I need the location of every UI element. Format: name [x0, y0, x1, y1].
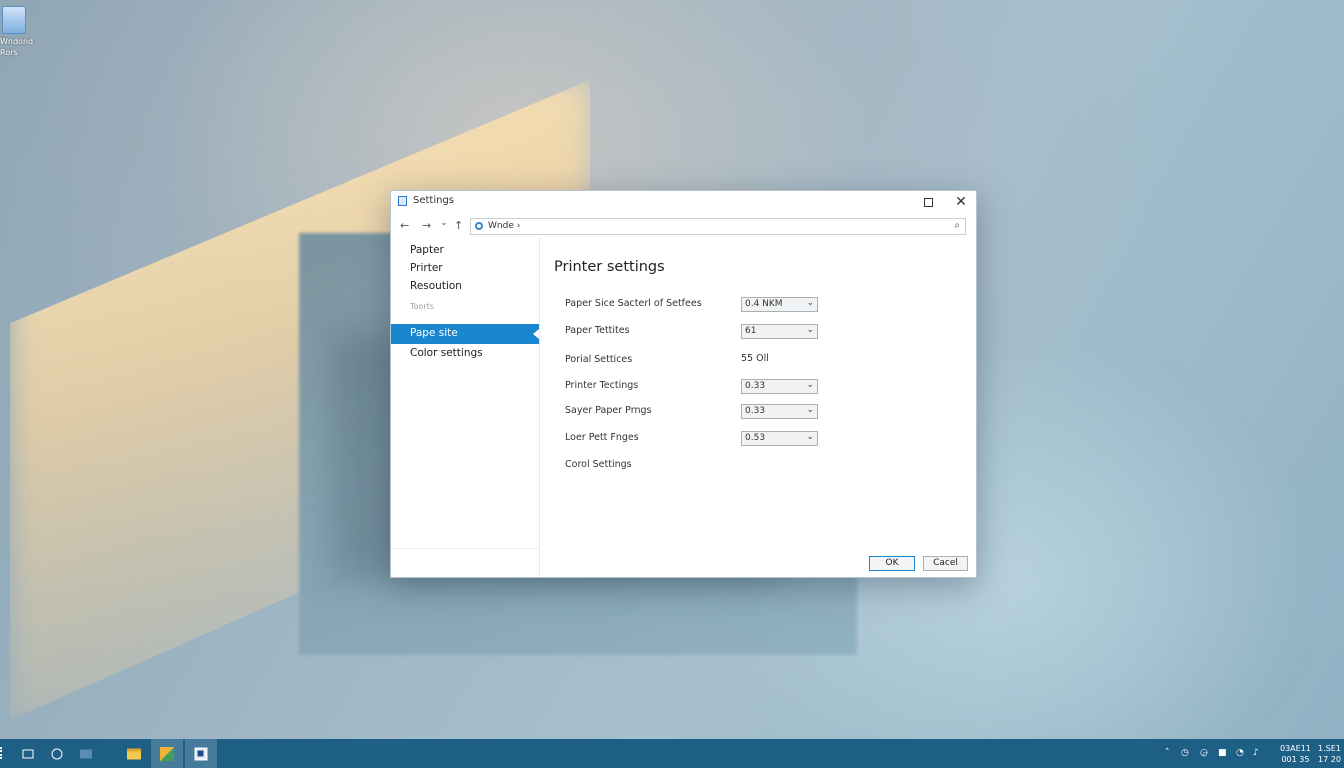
back-arrow-icon[interactable]: ← [400, 219, 409, 232]
taskbar: ˄ ◷ ◶ ■ ◔ ♪ 03AE11 001 35 1.SE1 17 20 [0, 739, 1344, 768]
main-panel: Printer settings Paper Sice Sacterl of S… [540, 237, 976, 577]
desktop-icon-label: Wndond Rors [0, 37, 34, 57]
settings-app-button[interactable] [185, 739, 217, 768]
recycle-bin-icon [2, 6, 26, 34]
setting-label: Sayer Paper Prngs [565, 405, 652, 416]
up-arrow-icon[interactable]: ↑ [454, 219, 463, 232]
taskbar-clock-left[interactable]: 03AE11 001 35 [1280, 743, 1311, 765]
store-button[interactable] [151, 739, 183, 768]
setting-dropdown[interactable]: 61 ⌄ [741, 324, 818, 339]
settings-app-icon [398, 196, 407, 206]
navigation-bar: ← → ⌄ ↑ Wnde › ⌕ [391, 217, 976, 237]
chevron-down-icon: ⌄ [806, 405, 814, 415]
search-icon[interactable]: ⌕ [954, 220, 960, 231]
widgets-icon [80, 749, 92, 758]
tray-sync-icon[interactable]: ◶ [1200, 748, 1208, 758]
sidebar-item-label: Pape site [410, 327, 458, 339]
page-title: Printer settings [554, 259, 665, 275]
clock-line: 001 35 [1281, 755, 1310, 764]
search-circle-icon [51, 748, 63, 759]
color-settings-link[interactable]: Corol Settings [565, 459, 632, 470]
clock-line: 03AE11 [1280, 744, 1311, 753]
setting-dropdown[interactable]: 0.53 ⌄ [741, 431, 818, 446]
task-view-icon [22, 749, 34, 758]
address-bar[interactable]: Wnde › ⌕ [470, 218, 966, 235]
setting-dropdown[interactable]: 0.33 ⌄ [741, 379, 818, 394]
clock-line: 17 20 [1318, 755, 1341, 764]
search-button[interactable] [41, 739, 73, 768]
task-view-button[interactable] [12, 739, 44, 768]
dropdown-value: 0.4 NKM [745, 299, 783, 309]
setting-static-value: 55 Oll [741, 353, 769, 364]
maximize-button[interactable] [918, 194, 938, 210]
tray-display-icon[interactable]: ■ [1218, 748, 1227, 758]
setting-label: Loer Pett Fnges [565, 432, 639, 443]
dropdown-value: 0.33 [745, 406, 766, 416]
clock-line: 1.SE1 [1318, 744, 1341, 753]
sidebar-item-paper-size[interactable]: Pape site [391, 324, 539, 344]
sidebar-bottom-divider [391, 548, 539, 549]
sidebar: Papter Prirter Resoution Toorts Pape sit… [391, 237, 540, 577]
title-bar[interactable]: Settings ✕ [391, 191, 976, 213]
chevron-down-icon: ⌄ [806, 298, 814, 308]
chevron-down-icon: ⌄ [806, 380, 814, 390]
window-title: Settings [413, 195, 455, 206]
chevron-down-icon: ⌄ [806, 432, 814, 442]
folder-icon [127, 748, 141, 759]
sidebar-item-printer[interactable]: Prirter [410, 262, 443, 274]
sidebar-item-paper[interactable]: Papter [410, 244, 444, 256]
tray-clock-icon[interactable]: ◷ [1181, 748, 1189, 758]
recent-chevron-icon[interactable]: ⌄ [440, 218, 448, 228]
dropdown-value: 0.33 [745, 381, 766, 391]
taskbar-clock-right[interactable]: 1.SE1 17 20 [1318, 743, 1341, 765]
desktop-icon[interactable]: Wndond Rors [0, 6, 40, 58]
store-icon [160, 746, 174, 761]
tray-volume-icon[interactable]: ♪ [1253, 748, 1259, 758]
settings-window-icon [194, 747, 208, 760]
start-button-icon[interactable] [0, 747, 5, 759]
tray-network-icon[interactable]: ◔ [1236, 748, 1244, 758]
setting-dropdown[interactable]: 0.33 ⌄ [741, 404, 818, 419]
sidebar-subheader: Toorts [410, 302, 434, 311]
setting-label: Paper Sice Sacterl of Setfees [565, 298, 702, 309]
setting-label: Printer Tectings [565, 380, 639, 391]
setting-label: Paper Tettites [565, 325, 630, 336]
close-icon: ✕ [955, 194, 967, 210]
address-text: Wnde › [488, 221, 521, 231]
file-explorer-button[interactable] [118, 739, 150, 768]
forward-arrow-icon[interactable]: → [422, 219, 431, 232]
selection-caret-icon [533, 329, 539, 339]
setting-dropdown[interactable]: 0.4 NKM ⌄ [741, 297, 818, 312]
location-icon [475, 222, 483, 230]
close-button[interactable]: ✕ [951, 194, 971, 210]
sidebar-item-resolution[interactable]: Resoution [410, 280, 462, 292]
setting-label: Porial Settices [565, 354, 633, 365]
chevron-down-icon: ⌄ [806, 325, 814, 335]
ok-button[interactable]: OK [869, 556, 915, 571]
widgets-button[interactable] [70, 739, 102, 768]
tray-overflow-icon[interactable]: ˄ [1165, 748, 1170, 758]
sidebar-item-color-settings[interactable]: Color settings [410, 347, 483, 359]
dropdown-value: 61 [745, 326, 757, 336]
maximize-icon [923, 198, 933, 207]
cancel-button[interactable]: Cacel [923, 556, 968, 571]
settings-dialog: Settings ✕ ← → ⌄ ↑ Wnde › ⌕ Papter Prirt… [390, 190, 977, 578]
dropdown-value: 0.53 [745, 433, 766, 443]
